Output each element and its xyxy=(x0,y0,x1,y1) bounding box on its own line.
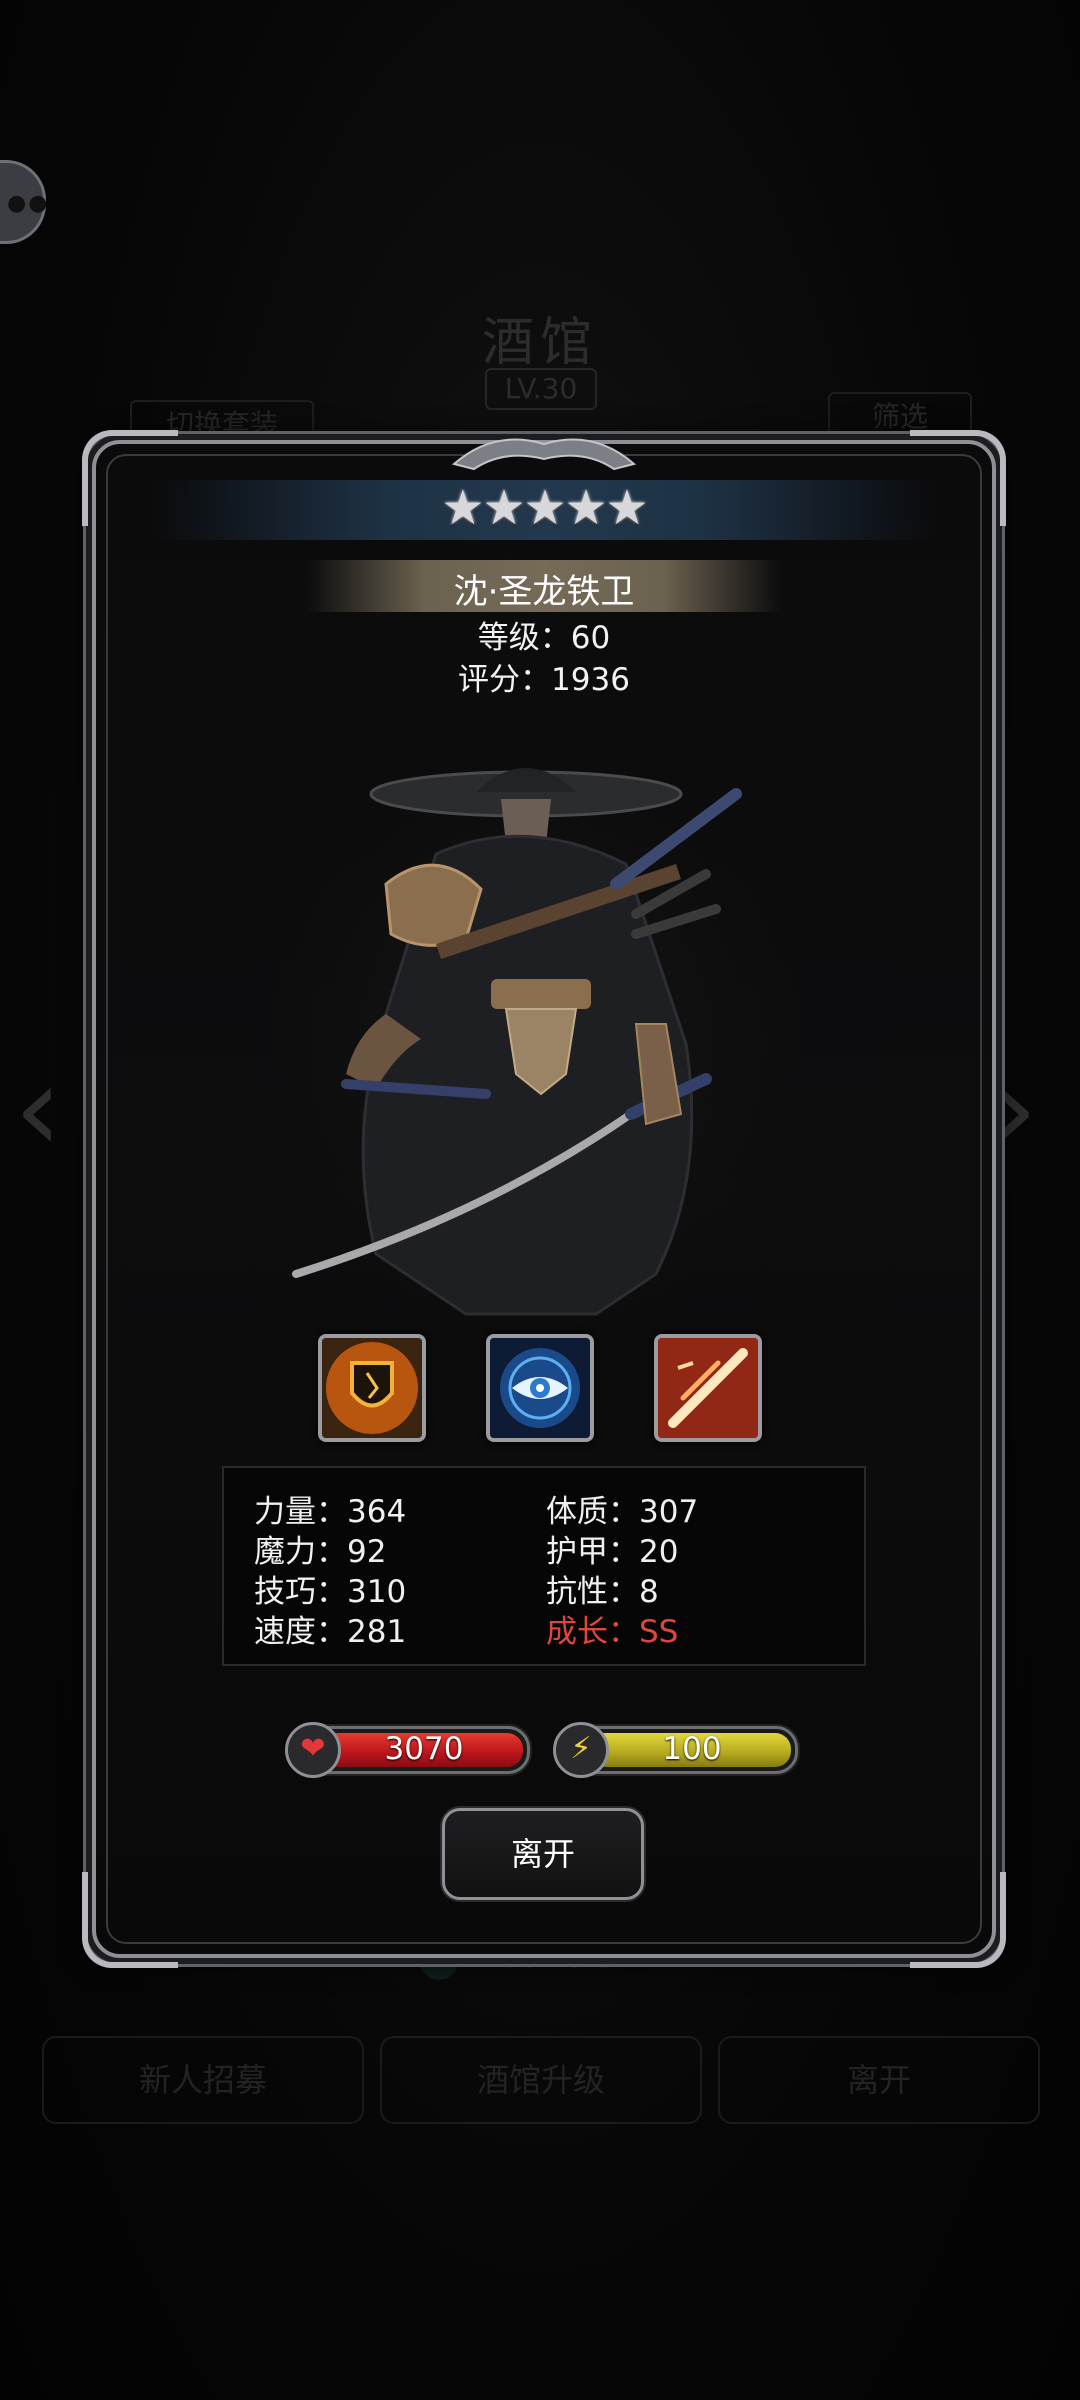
skill-slot-shield[interactable] xyxy=(318,1334,426,1442)
energy-bar: ⚡ 100 xyxy=(553,1722,798,1778)
frame-corner xyxy=(910,1872,1006,1968)
hero-name: 沈·圣龙铁卫 xyxy=(453,572,635,612)
stat-growth: 成长：SS xyxy=(546,1614,679,1650)
chat-icon: ●● xyxy=(7,191,50,216)
hero-detail-modal: ★★★★★ 沈·圣龙铁卫 等级：60 评分：1936 力量：364 体质：307… xyxy=(82,430,1006,1968)
tavern-upgrade-button[interactable]: 酒馆升级 xyxy=(380,2036,702,2124)
hero-portrait xyxy=(236,724,836,1354)
tavern-level-badge: LV.30 xyxy=(485,368,597,410)
hp-bar: ❤ 3070 xyxy=(285,1722,530,1778)
eye-icon xyxy=(490,1338,590,1438)
hp-value: 3070 xyxy=(384,1731,464,1767)
stat-skill: 技巧：310 xyxy=(254,1574,407,1610)
prev-hero-arrow-icon[interactable]: ‹ xyxy=(14,1040,62,1179)
tavern-leave-button[interactable]: 离开 xyxy=(718,2036,1040,2124)
tavern-title: 酒馆 xyxy=(481,313,598,373)
hero-score: 评分：1936 xyxy=(458,662,630,698)
recruit-button[interactable]: 新人招募 xyxy=(42,2036,364,2124)
hero-level: 等级：60 xyxy=(477,620,611,656)
frame-corner xyxy=(82,1872,178,1968)
stat-speed: 速度：281 xyxy=(254,1614,407,1650)
leave-button[interactable]: 离开 xyxy=(442,1808,644,1900)
star-rating: ★★★★★ xyxy=(441,480,648,536)
stat-armor: 护甲：20 xyxy=(546,1534,679,1570)
shield-icon xyxy=(322,1338,422,1438)
skill-slot-slash[interactable] xyxy=(654,1334,762,1442)
stats-panel: 力量：364 体质：307 魔力：92 护甲：20 技巧：310 抗性：8 速度… xyxy=(222,1466,866,1666)
slash-icon xyxy=(658,1338,758,1438)
stat-resistance: 抗性：8 xyxy=(546,1574,659,1610)
stat-strength: 力量：364 xyxy=(254,1494,407,1530)
stat-magic: 魔力：92 xyxy=(254,1534,387,1570)
next-hero-arrow-icon[interactable]: › xyxy=(990,1040,1038,1179)
stat-constitution: 体质：307 xyxy=(546,1494,699,1530)
energy-value: 100 xyxy=(662,1731,722,1767)
skill-slot-eye[interactable] xyxy=(486,1334,594,1442)
